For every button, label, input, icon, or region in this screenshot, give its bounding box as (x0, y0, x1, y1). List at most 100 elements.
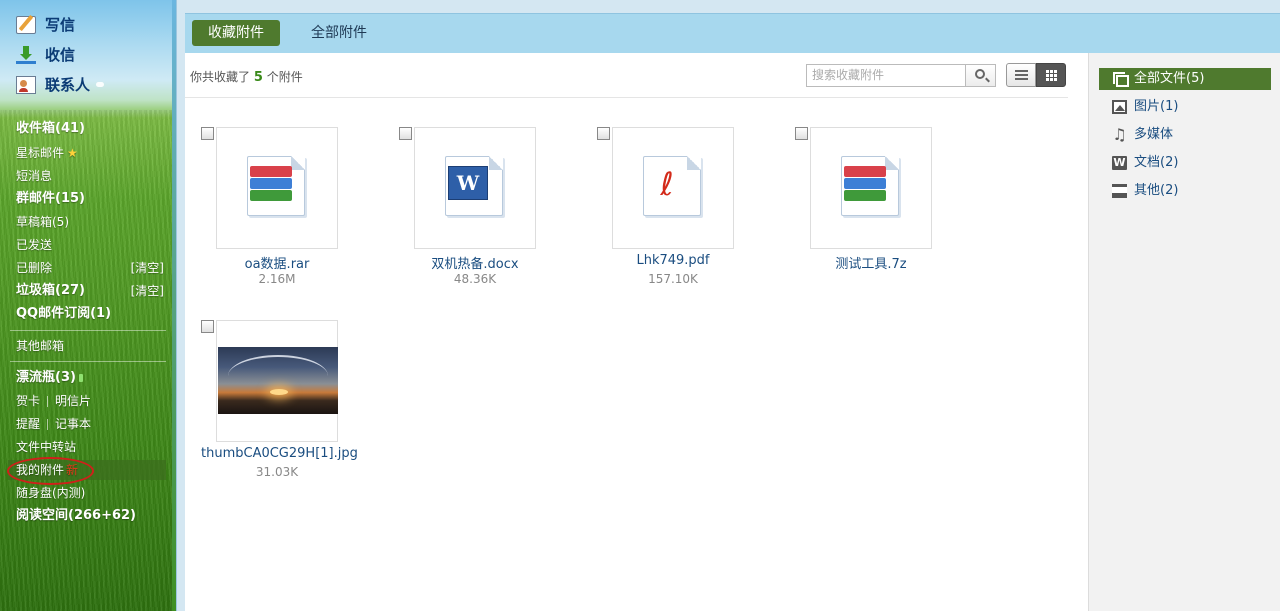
grid-icon (1046, 78, 1049, 81)
receive-label: 收信 (45, 46, 76, 64)
search-input[interactable]: 搜索收藏附件 (806, 64, 966, 87)
filter-multimedia[interactable]: ♫ 多媒体 (1099, 124, 1271, 146)
sidebar-item-starred[interactable]: 星标邮件 ★ (16, 143, 166, 163)
sidebar-item-drift-bottle[interactable]: 漂流瓶(3) (16, 368, 166, 388)
grid-icon (1050, 74, 1053, 77)
image-thumbnail (218, 347, 338, 414)
file-size: 31.03K (255, 465, 299, 479)
file-thumbnail[interactable] (810, 127, 932, 249)
file-size: 48.36K (453, 272, 497, 286)
sidebar-item-sent[interactable]: 已发送 (16, 235, 166, 255)
grid-icon (1054, 78, 1057, 81)
compose-button[interactable]: 写信 (16, 14, 75, 35)
file-thumbnail[interactable]: W (414, 127, 536, 249)
tab-bar: 收藏附件 全部附件 (185, 13, 1280, 53)
count-number: 5 (253, 70, 263, 85)
file-checkbox[interactable] (201, 320, 214, 333)
starred-label: 星标邮件 (16, 146, 65, 160)
filter-documents[interactable]: W 文档(2) (1099, 152, 1271, 174)
tab-all-attachments[interactable]: 全部附件 (295, 20, 383, 46)
file-card[interactable]: 测试工具.7z (795, 127, 965, 297)
file-name[interactable]: Lhk749.pdf (597, 253, 749, 268)
grid-icon (1050, 70, 1053, 73)
sidebar-item-spam[interactable]: 垃圾箱(27) [清空] (16, 281, 166, 301)
sidebar-item-group-mail[interactable]: 群邮件(15) (16, 189, 166, 209)
contacts-icon (16, 75, 36, 94)
archive-icon (844, 178, 886, 189)
doc-icon: W (1112, 156, 1127, 170)
file-name[interactable]: 测试工具.7z (795, 253, 947, 272)
divider (10, 361, 166, 362)
empty-spam-link[interactable]: [清空] (131, 281, 164, 301)
file-checkbox[interactable] (597, 127, 610, 140)
all-files-icon (1113, 72, 1129, 87)
compose-label: 写信 (45, 16, 76, 34)
deleted-label: 已删除 (16, 261, 53, 275)
file-thumbnail[interactable] (216, 127, 338, 249)
sidebar-item-my-attachments[interactable]: 我的附件新 (8, 460, 166, 480)
sidebar-item-qq-subscription[interactable]: QQ邮件订阅(1) (16, 304, 166, 324)
file-card[interactable]: thumbCA0CG29H[1].jpg 31.03K (201, 320, 371, 490)
empty-deleted-link[interactable]: [清空] (131, 258, 164, 278)
count-suffix: 个附件 (266, 70, 303, 84)
sidebar-item-inbox[interactable]: 收件箱(41) (16, 119, 166, 139)
filter-label: 全部文件(5) (1134, 71, 1205, 86)
sidebar-item-postcard[interactable]: 明信片 (55, 394, 91, 408)
bottle-icon (78, 373, 83, 382)
tab-favorite-attachments[interactable]: 收藏附件 (192, 20, 280, 46)
rar-icon (250, 178, 292, 189)
sidebar-item-notepad[interactable]: 记事本 (55, 417, 91, 431)
list-view-button[interactable] (1006, 63, 1036, 87)
file-card[interactable]: ℓ Lhk749.pdf 157.10K (597, 127, 767, 297)
filter-label: 图片(1) (1134, 99, 1179, 114)
contacts-button[interactable]: 联系人 (16, 74, 105, 95)
filter-label: 文档(2) (1134, 155, 1179, 170)
archive-icon (844, 166, 886, 177)
file-thumbnail[interactable] (216, 320, 338, 442)
divider (47, 419, 49, 430)
grid-view-button[interactable] (1036, 63, 1066, 87)
list-icon (1015, 70, 1028, 72)
receive-button[interactable]: 收信 (16, 44, 75, 65)
file-checkbox[interactable] (795, 127, 808, 140)
sidebar-item-other-mailbox[interactable]: 其他邮箱 (16, 336, 166, 356)
word-icon: W (448, 166, 488, 200)
file-name[interactable]: 双机热备.docx (399, 253, 551, 272)
attachments-panel: 你共收藏了 5 个附件 搜索收藏附件 oa数据.rar 2.16M W 双机热备… (185, 53, 1088, 611)
file-checkbox[interactable] (399, 127, 412, 140)
filter-all-files[interactable]: 全部文件(5) (1099, 68, 1271, 90)
sidebar-item-deleted[interactable]: 已删除 [清空] (16, 258, 166, 278)
filter-other[interactable]: 其他(2) (1099, 180, 1271, 202)
file-name[interactable]: thumbCA0CG29H[1].jpg (201, 446, 358, 461)
file-type-filter-panel: 全部文件(5) 图片(1) ♫ 多媒体 W 文档(2) 其他(2) (1088, 53, 1280, 611)
my-attachments-label: 我的附件 (16, 463, 65, 477)
file-thumbnail[interactable]: ℓ (612, 127, 734, 249)
filter-label: 其他(2) (1134, 183, 1179, 198)
file-name[interactable]: oa数据.rar (201, 253, 353, 272)
compose-icon (16, 15, 36, 34)
grid-icon (1046, 70, 1049, 73)
archive-icon (844, 190, 886, 201)
sidebar-item-portable-disk[interactable]: 随身盘(内测) (16, 483, 166, 503)
grid-icon (1046, 74, 1049, 77)
receive-icon (16, 45, 36, 64)
rar-icon (250, 166, 292, 177)
grid-icon (1054, 70, 1057, 73)
filter-images[interactable]: 图片(1) (1099, 96, 1271, 118)
file-card[interactable]: W 双机热备.docx 48.36K (399, 127, 569, 297)
sidebar-item-sms[interactable]: 短消息 (16, 166, 166, 186)
grid-icon (1050, 78, 1053, 81)
sidebar-item-reminder[interactable]: 提醒 (16, 417, 40, 431)
file-card[interactable]: oa数据.rar 2.16M (201, 127, 371, 297)
sidebar-item-greeting-card[interactable]: 贺卡 (16, 394, 40, 408)
sidebar-item-drafts[interactable]: 草稿箱(5) (16, 212, 166, 232)
sidebar-item-file-transfer[interactable]: 文件中转站 (16, 437, 166, 457)
cloud-icon (96, 82, 105, 87)
file-checkbox[interactable] (201, 127, 214, 140)
music-icon: ♫ (1112, 125, 1127, 144)
search-button[interactable] (965, 64, 996, 87)
list-icon (1015, 78, 1028, 80)
sidebar: 写信 收信 联系人 收件箱(41) 星标邮件 ★ 短消息 群邮件(15) 草稿箱(… (0, 0, 176, 611)
attachments-toolbar: 你共收藏了 5 个附件 搜索收藏附件 (185, 53, 1068, 98)
sidebar-item-reading-space[interactable]: 阅读空间(266+62) (16, 506, 166, 526)
